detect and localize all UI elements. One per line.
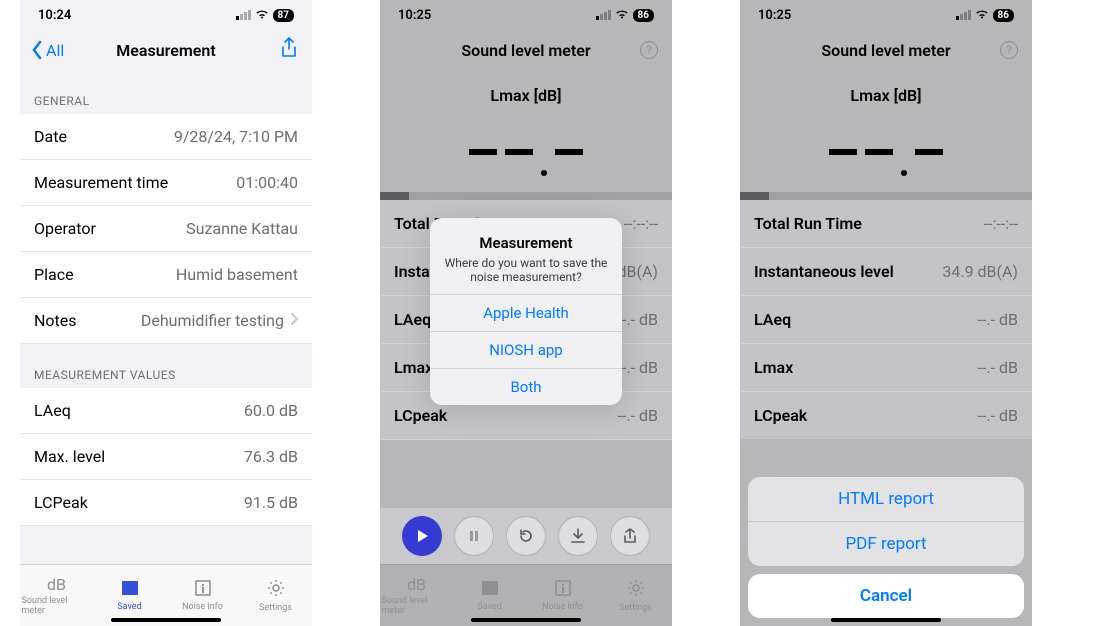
row-laeq: LAeq 60.0 dB [20,388,312,434]
cellular-icon [236,10,251,20]
share-button[interactable] [280,37,298,64]
tab-label: Sound level meter [22,596,92,616]
row-label: LAeq [34,401,71,420]
phone-report-sheet: 10:25 86 Sound level meter ? Lmax [dB] T… [740,0,1032,626]
tab-label: Saved [117,602,141,612]
status-bar: 10:24 87 [20,0,312,30]
row-label: Measurement time [34,173,168,192]
sheet-option-html-report[interactable]: HTML report [748,477,1024,522]
db-icon: dB [47,575,66,594]
row-operator[interactable]: Operator Suzanne Kattau [20,206,312,252]
values-list: LAeq 60.0 dB Max. level 76.3 dB LCPeak 9… [20,388,312,526]
section-header-values: Measurement Values [20,344,312,388]
tab-label: Settings [259,603,292,613]
saved-icon [121,580,139,600]
tab-sound-level-meter[interactable]: dB Sound level meter [22,575,92,616]
row-value: Dehumidifier testing [141,311,284,330]
row-label: Place [34,265,74,284]
row-value: 91.5 dB [244,493,298,512]
gear-icon [267,579,285,601]
alert-option-both[interactable]: Both [430,368,622,405]
alert-option-apple-health[interactable]: Apple Health [430,294,622,331]
row-label: Date [34,127,67,146]
save-alert: Measurement Where do you want to save th… [430,218,622,405]
row-value: 76.3 dB [244,447,298,466]
tab-settings[interactable]: Settings [241,579,311,613]
report-action-sheet: HTML report PDF report Cancel [748,477,1024,618]
row-date[interactable]: Date 9/28/24, 7:10 PM [20,114,312,160]
row-notes[interactable]: Notes Dehumidifier testing [20,298,312,344]
row-value: 9/28/24, 7:10 PM [174,127,298,146]
row-max-level: Max. level 76.3 dB [20,434,312,480]
row-label: Operator [34,219,96,238]
row-value: Suzanne Kattau [186,219,298,238]
row-value: Humid basement [176,265,298,284]
sheet-cancel-button[interactable]: Cancel [748,574,1024,618]
phone-measurement-detail: 10:24 87 All Measurement General Date 9/… [20,0,312,626]
row-label: LCPeak [34,493,88,512]
row-label: Max. level [34,447,105,466]
phone-save-alert: 10:25 86 Sound level meter ? Lmax [dB] T… [380,0,672,626]
home-indicator[interactable] [111,618,221,622]
row-label: Notes [34,311,77,330]
alert-option-niosh-app[interactable]: NIOSH app [430,331,622,368]
alert-title: Measurement [442,234,610,252]
tab-label: Noise info [182,602,223,612]
share-icon [280,37,298,59]
sheet-options: HTML report PDF report [748,477,1024,566]
home-indicator[interactable] [831,618,941,622]
row-value: 60.0 dB [244,401,298,420]
status-time: 10:24 [38,8,71,23]
tab-noise-info[interactable]: Noise info [168,580,238,612]
info-icon [195,580,211,600]
sheet-option-pdf-report[interactable]: PDF report [748,522,1024,566]
back-button[interactable]: All [30,40,64,60]
status-right: 87 [236,8,294,22]
alert-message: Where do you want to save the noise meas… [442,256,610,284]
battery-icon: 87 [273,9,294,22]
nav-bar: All Measurement [20,30,312,70]
tab-bar: dB Sound level meter Saved Noise info Se… [20,564,312,626]
back-label: All [46,41,64,60]
tab-saved[interactable]: Saved [95,580,165,612]
row-lcpeak: LCPeak 91.5 dB [20,480,312,526]
chevron-left-icon [30,40,44,60]
nav-title: Measurement [116,41,215,60]
wifi-icon [255,8,269,22]
row-place[interactable]: Place Humid basement [20,252,312,298]
general-list: Date 9/28/24, 7:10 PM Measurement time 0… [20,114,312,344]
alert-header: Measurement Where do you want to save th… [430,218,622,294]
chevron-right-icon [290,313,298,329]
section-header-general: General [20,70,312,114]
row-measurement-time[interactable]: Measurement time 01:00:40 [20,160,312,206]
row-value: 01:00:40 [236,173,298,192]
